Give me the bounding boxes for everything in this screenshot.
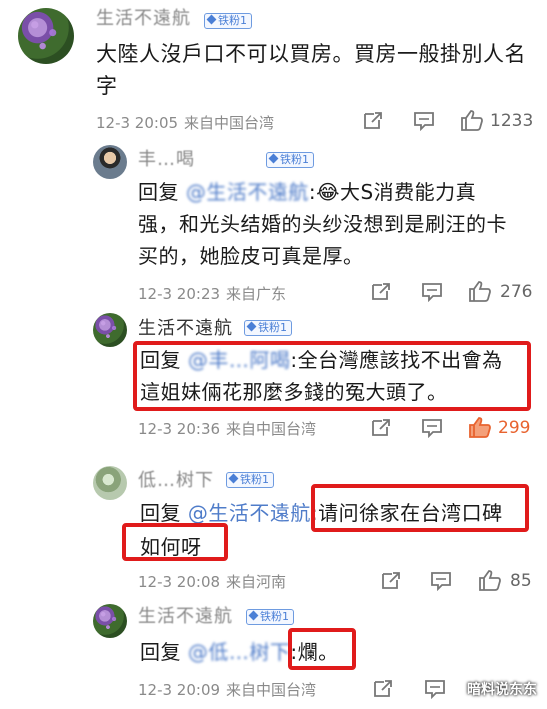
comment-meta: 12-3 20:08 来自河南 xyxy=(138,573,287,591)
comment-icon[interactable] xyxy=(421,418,443,438)
diamond-icon xyxy=(248,610,259,621)
fan-badge: 铁粉1 xyxy=(226,472,274,488)
fan-badge: 铁粉1 xyxy=(246,609,294,625)
avatar[interactable] xyxy=(93,145,127,179)
share-icon[interactable] xyxy=(370,418,392,438)
username[interactable]: 生活不遠航 xyxy=(138,602,233,628)
username[interactable]: 生活不遠航 xyxy=(96,4,191,30)
comment-icon[interactable] xyxy=(424,679,446,699)
like-count: 1233 xyxy=(490,111,534,131)
username[interactable]: 生活不遠航 xyxy=(138,314,233,340)
comment-meta: 12-3 20:23 来自广东 xyxy=(138,285,287,303)
reply-text: 回复 @生活不遠航:😂大S消费能力真强，和光头结婚的头纱没想到是刷汪的卡买的，她… xyxy=(138,180,507,268)
like-count: 299 xyxy=(498,418,531,438)
diamond-icon xyxy=(268,153,279,164)
share-icon[interactable] xyxy=(380,571,402,591)
like-count: 85 xyxy=(510,571,532,591)
mention-link[interactable]: @丰…阿喝 xyxy=(188,348,291,372)
avatar[interactable] xyxy=(93,313,127,347)
like-icon[interactable] xyxy=(478,569,502,591)
mention-link[interactable]: @生活不遠航 xyxy=(188,501,311,525)
mention-link[interactable]: @生活不遠航 xyxy=(186,180,309,204)
like-icon[interactable] xyxy=(468,280,492,302)
share-icon[interactable] xyxy=(372,679,394,699)
comment-icon[interactable] xyxy=(413,111,435,131)
like-icon-active[interactable] xyxy=(468,416,492,438)
avatar[interactable] xyxy=(18,8,74,64)
diamond-icon xyxy=(206,14,217,25)
like-icon[interactable] xyxy=(460,109,484,131)
username[interactable]: 低…树下 xyxy=(138,466,214,492)
avatar[interactable] xyxy=(93,466,127,500)
diamond-icon xyxy=(246,321,257,332)
watermark: 暗料说东东 xyxy=(467,682,537,698)
comment-meta: 12-3 20:05 来自中国台湾 xyxy=(96,114,275,132)
reply-text: 回复 @生活不遠航:请问徐家在台湾口碑如何呀 xyxy=(140,501,503,559)
comment-meta: 12-3 20:36 来自中国台湾 xyxy=(138,420,317,438)
mention-link[interactable]: @低…树下 xyxy=(188,640,291,664)
fan-badge: 铁粉1 xyxy=(204,13,252,29)
share-icon[interactable] xyxy=(370,282,392,302)
username[interactable]: 丰…喝 xyxy=(138,145,195,171)
share-icon[interactable] xyxy=(362,111,384,131)
diamond-icon xyxy=(228,473,239,484)
reply-text: 回复 @丰…阿喝:全台灣應該找不出會為這姐妹倆花那麼多錢的冤大頭了。 xyxy=(140,348,503,404)
reply-text: 回复 @低…树下:爛。 xyxy=(140,640,339,664)
avatar[interactable] xyxy=(93,604,127,638)
comment-meta: 12-3 20:09 来自中国台湾 xyxy=(138,681,317,699)
comment-icon[interactable] xyxy=(430,571,452,591)
like-count: 276 xyxy=(500,282,533,302)
comment-text: 大陸人沒戶口不可以買房。買房一般掛別人名字 xyxy=(96,42,526,98)
fan-badge: 铁粉1 xyxy=(244,320,292,336)
fan-badge: 铁粉1 xyxy=(266,152,314,168)
comment-icon[interactable] xyxy=(421,282,443,302)
